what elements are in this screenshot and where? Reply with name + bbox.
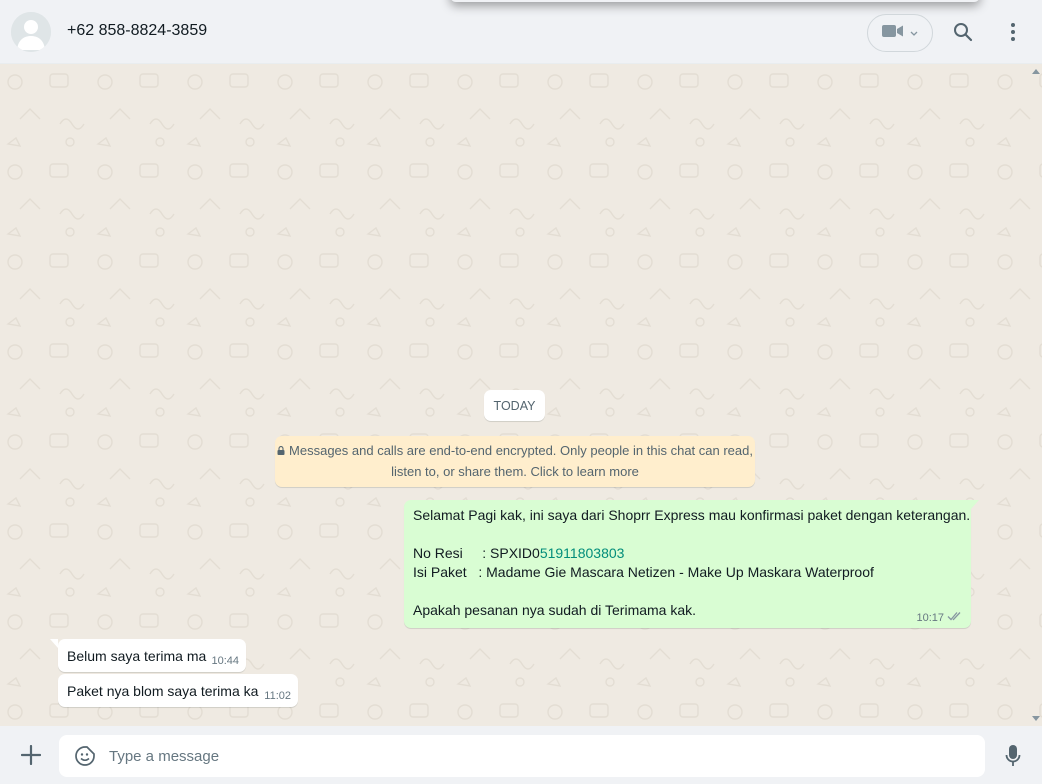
incoming-message[interactable]: Belum saya terima ma 10:44 xyxy=(50,639,246,672)
microphone-icon[interactable] xyxy=(998,741,1028,771)
overlay-shadow xyxy=(450,0,980,2)
resi-label: No Resi : SPXID0 xyxy=(413,545,540,561)
encryption-notice-line2: listen to, or share them. Click to learn… xyxy=(391,464,639,479)
chevron-down-icon xyxy=(910,24,918,42)
incoming-message[interactable]: Paket nya blom saya terima ka 11:02 xyxy=(58,674,298,707)
message-line: Selamat Pagi kak, ini saya dari Shoprr E… xyxy=(413,507,971,523)
plus-icon[interactable] xyxy=(16,740,46,770)
date-chip: TODAY xyxy=(484,390,545,421)
lock-icon xyxy=(277,440,285,455)
message-meta: 10:17 xyxy=(916,611,963,624)
message-time: 10:44 xyxy=(211,655,239,667)
message-line: Apakah pesanan nya sudah di Terimama kak… xyxy=(413,602,697,618)
avatar-default-icon[interactable] xyxy=(11,12,51,52)
scroll-up-arrow[interactable] xyxy=(1032,69,1040,74)
video-call-button[interactable] xyxy=(867,14,933,52)
message-composer[interactable] xyxy=(59,735,985,777)
message-text: Paket nya blom saya terima ka xyxy=(67,682,259,699)
tracking-number-link[interactable]: 51911803803 xyxy=(540,545,625,561)
message-line: No Resi : SPXID051911803803 xyxy=(413,545,624,561)
message-text: Belum saya terima ma xyxy=(67,647,207,664)
composer-bar xyxy=(0,726,1042,784)
outgoing-message[interactable]: Selamat Pagi kak, ini saya dari Shoprr E… xyxy=(404,500,979,628)
sticker-icon[interactable] xyxy=(70,741,100,771)
video-call-icon xyxy=(882,24,904,43)
bubble-tail xyxy=(50,639,58,648)
bubble-tail xyxy=(971,500,979,509)
contact-name[interactable]: +62 858-8824-3859 xyxy=(67,22,207,40)
menu-icon[interactable] xyxy=(998,17,1028,47)
message-time: 10:17 xyxy=(916,611,944,624)
message-time: 11:02 xyxy=(264,690,291,702)
message-input[interactable] xyxy=(109,735,969,777)
double-check-icon xyxy=(947,611,963,624)
message-line: Isi Paket : Madame Gie Mascara Netizen -… xyxy=(413,564,874,580)
search-icon[interactable] xyxy=(948,17,978,47)
scroll-down-arrow[interactable] xyxy=(1032,716,1040,721)
encryption-notice-line1: Messages and calls are end-to-end encryp… xyxy=(289,443,753,458)
encryption-notice[interactable]: Messages and calls are end-to-end encryp… xyxy=(275,436,755,487)
chat-header: +62 858-8824-3859 xyxy=(0,0,1042,64)
chat-panel[interactable]: TODAY Messages and calls are end-to-end … xyxy=(0,64,1042,726)
